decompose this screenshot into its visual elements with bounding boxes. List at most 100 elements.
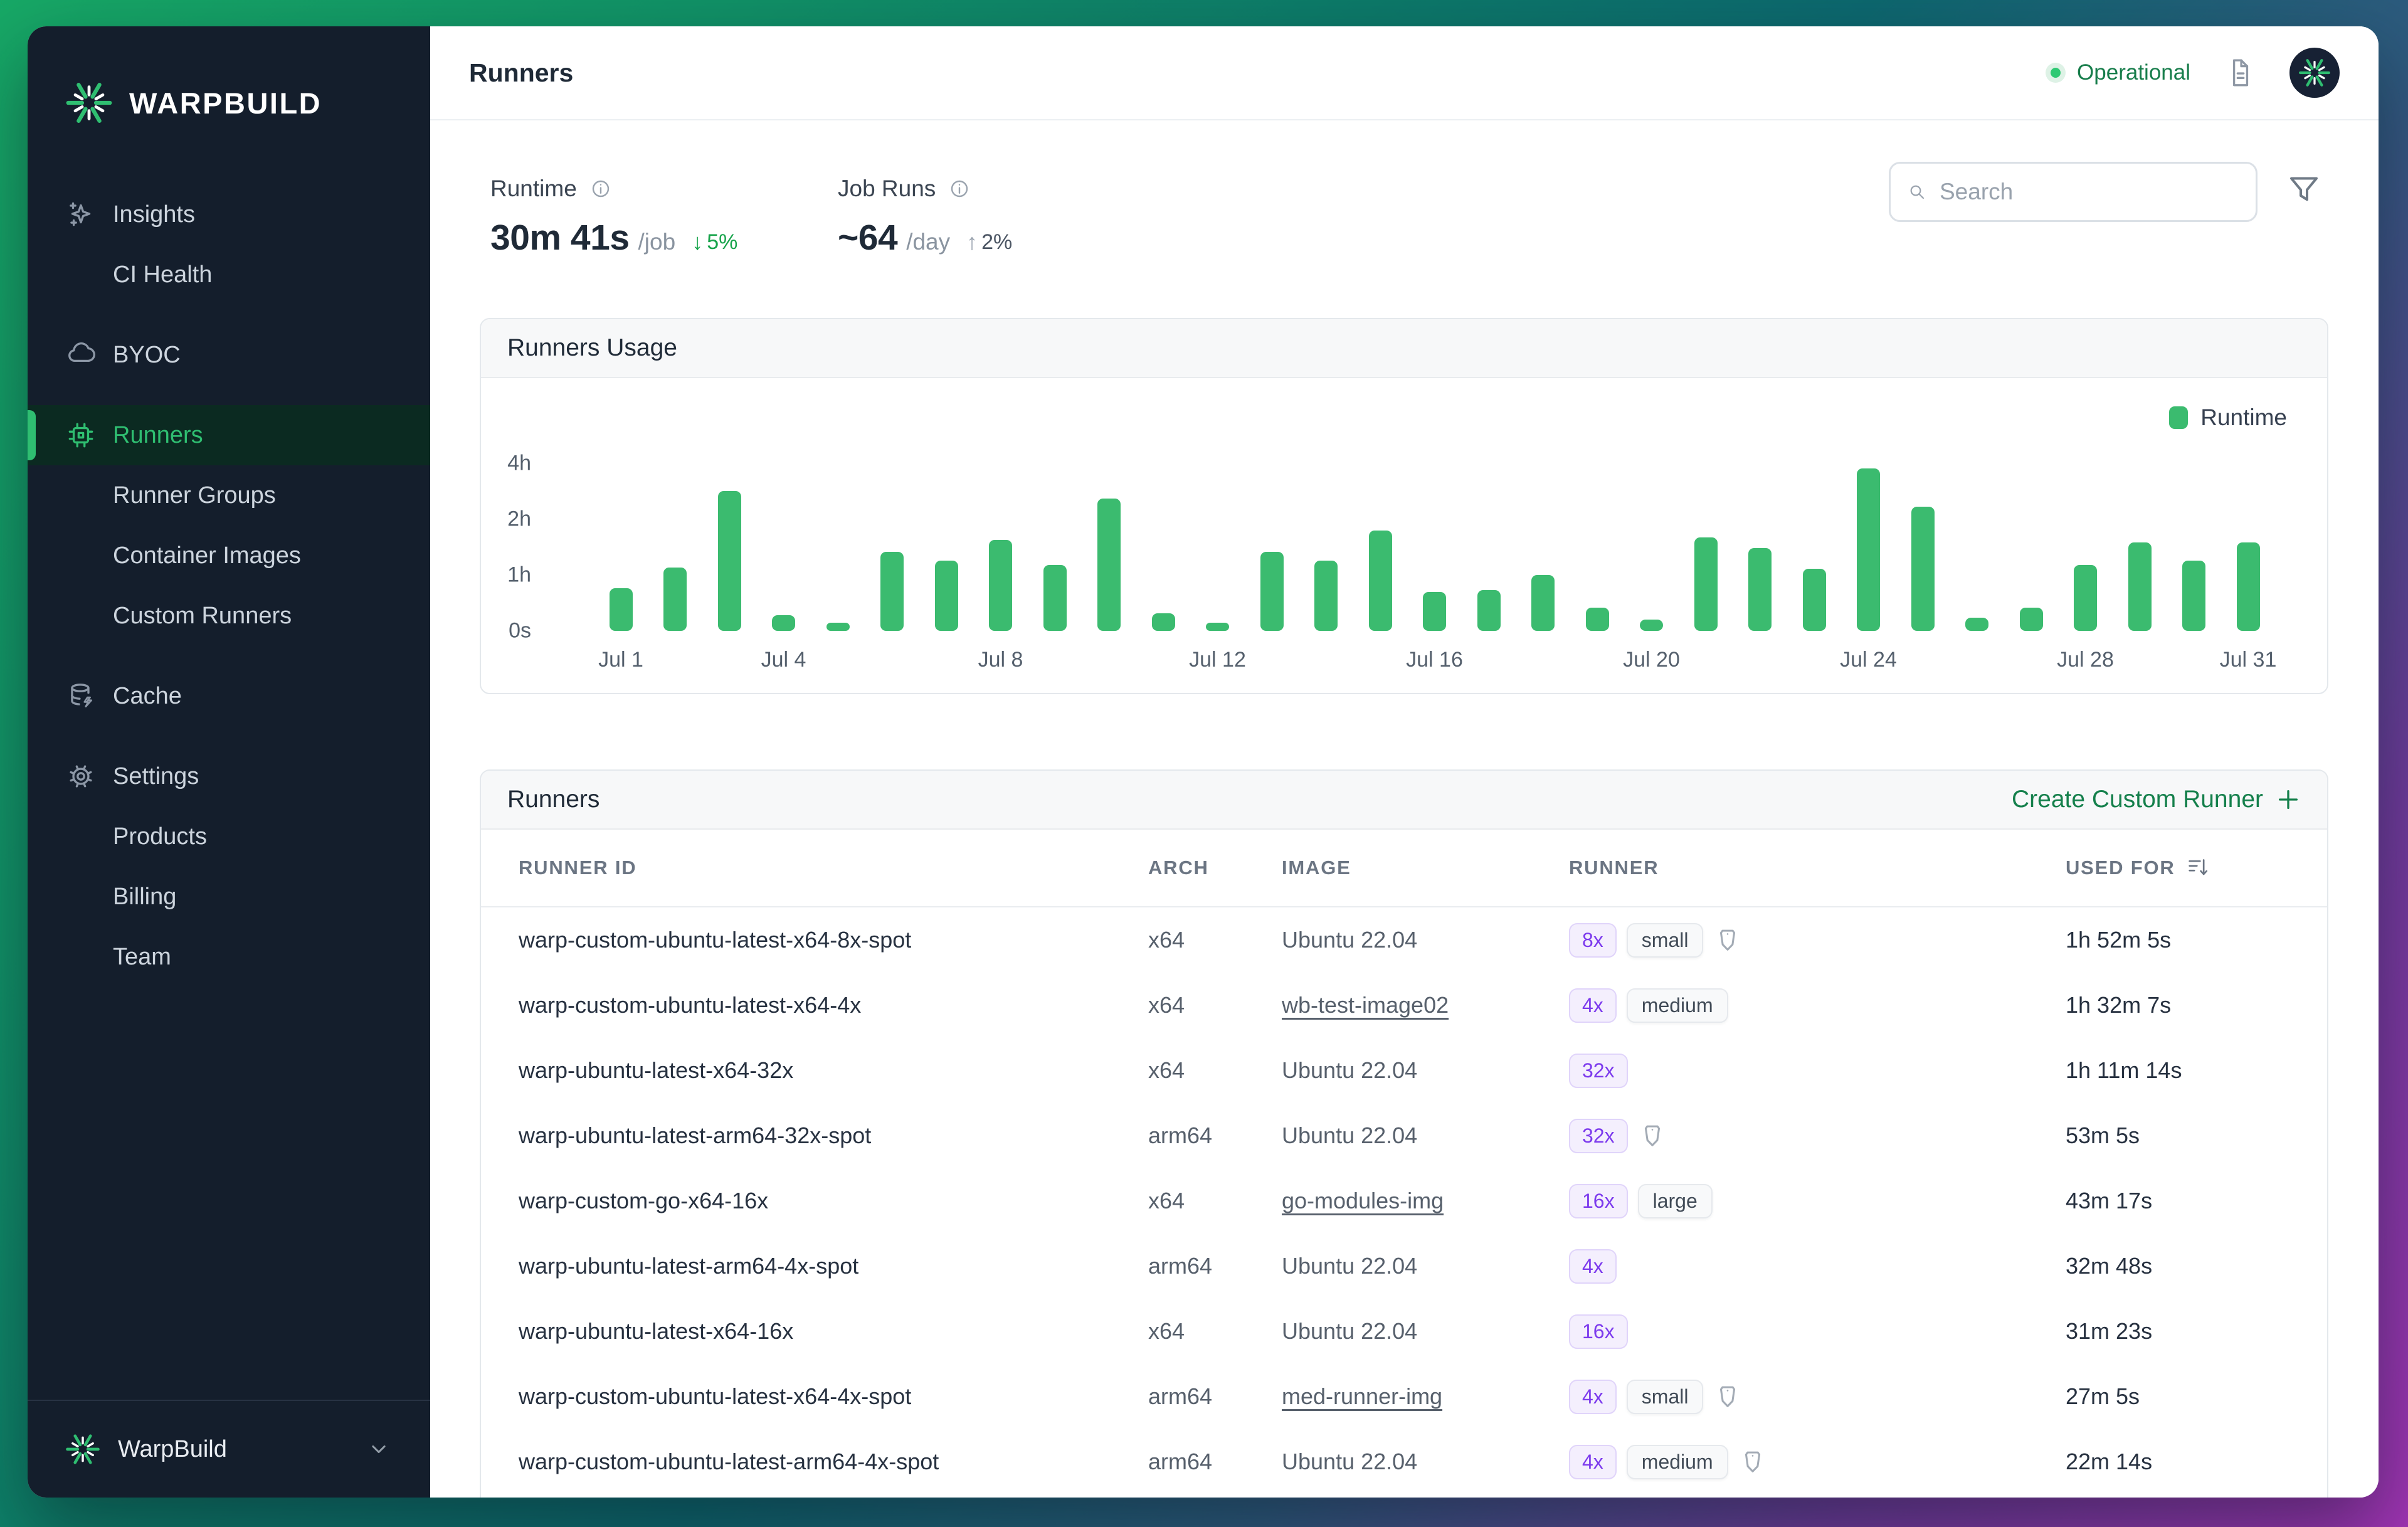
table-row[interactable]: warp-custom-go-x64-16x x64 go-modules-img 1… xyxy=(481,1168,2327,1234)
status-badge[interactable]: Operational xyxy=(2046,60,2190,85)
cell-image: Ubuntu 22.04 xyxy=(1282,927,1418,953)
content: Runtime 30m 41s /job ↓ 5% Job Runs ~64 /… xyxy=(430,120,2379,1498)
bar-jul-6[interactable] xyxy=(880,552,904,631)
bar-jul-18[interactable] xyxy=(1531,575,1555,631)
bar-jul-12[interactable] xyxy=(1206,623,1229,631)
sidebar-item-insights[interactable]: Insights xyxy=(28,184,430,245)
bar-jul-30[interactable] xyxy=(2182,560,2205,631)
cell-image-link[interactable]: med-runner-img xyxy=(1282,1383,1442,1409)
bar-jul-21[interactable] xyxy=(1694,537,1718,631)
sidebar-item-billing[interactable]: Billing xyxy=(28,867,430,927)
sidebar-item-team[interactable]: Team xyxy=(28,927,430,987)
bar-jul-14[interactable] xyxy=(1314,560,1338,631)
cell-runner-badges: 16x large xyxy=(1569,1183,2066,1218)
bar-jul-19[interactable] xyxy=(1585,607,1609,631)
sidebar-item-runners[interactable]: Runners xyxy=(28,405,430,465)
y-axis-tick-0s: 0s xyxy=(509,618,531,643)
info-icon[interactable] xyxy=(589,177,612,200)
bar-jul-25[interactable] xyxy=(1911,507,1935,631)
sidebar-item-cache[interactable]: Cache xyxy=(28,666,430,726)
cell-runner-badges: 32x xyxy=(1569,1118,2066,1153)
org-name: WarpBuild xyxy=(118,1435,227,1462)
bar-jul-11[interactable] xyxy=(1151,613,1175,631)
sidebar-item-runner-groups[interactable]: Runner Groups xyxy=(28,465,430,526)
bar-jul-24[interactable] xyxy=(1857,468,1880,631)
stat-job-runs-delta: ↑ 2% xyxy=(966,229,1013,255)
bar-jul-10[interactable] xyxy=(1097,499,1121,631)
bar-jul-28[interactable] xyxy=(2074,564,2097,631)
bar-jul-16[interactable] xyxy=(1423,591,1446,631)
bar-jul-26[interactable] xyxy=(1965,618,1988,631)
bar-jul-4[interactable] xyxy=(772,615,795,631)
sidebar-item-container-images[interactable]: Container Images xyxy=(28,526,430,586)
cell-runner-id: warp-custom-ubuntu-latest-x64-4x xyxy=(519,992,862,1018)
bar-jul-13[interactable] xyxy=(1260,552,1284,631)
cell-image-link[interactable]: go-modules-img xyxy=(1282,1188,1444,1213)
table-row[interactable]: warp-ubuntu-latest-x64-32x x64 Ubuntu 22.0… xyxy=(481,1038,2327,1103)
docs-file-icon[interactable] xyxy=(2224,57,2256,88)
tag-icon[interactable] xyxy=(1713,1382,1742,1411)
bar-jul-5[interactable] xyxy=(826,623,850,631)
bar-jul-1[interactable] xyxy=(609,588,633,631)
table-row[interactable]: warp-ubuntu-latest-arm64-4x-spot arm64 Ubu… xyxy=(481,1234,2327,1299)
sidebar-item-products[interactable]: Products xyxy=(28,806,430,867)
tag-icon[interactable] xyxy=(1738,1447,1767,1476)
bar-jul-29[interactable] xyxy=(2128,542,2152,631)
sidebar-item-settings[interactable]: Settings xyxy=(28,746,430,806)
bar-jul-7[interactable] xyxy=(934,560,958,631)
sidebar-footer-org-switcher[interactable]: WarpBuild xyxy=(28,1400,430,1498)
column-header-used-for[interactable]: USED FOR xyxy=(2066,855,2289,880)
avatar[interactable] xyxy=(2289,48,2340,98)
cell-runner-badges: 32x xyxy=(1569,1053,2066,1088)
table-row[interactable]: warp-custom-ubuntu-latest-x64-8x-spot x64… xyxy=(481,907,2327,973)
cell-arch: arm64 xyxy=(1148,1123,1213,1148)
usage-card-header: Runners Usage xyxy=(481,319,2327,378)
cell-arch: x64 xyxy=(1148,1057,1185,1083)
sort-descending-icon[interactable] xyxy=(2185,855,2210,880)
bar-jul-20[interactable] xyxy=(1640,620,1663,631)
cell-runner-id: warp-custom-ubuntu-latest-x64-4x-spot xyxy=(519,1383,912,1409)
search-icon xyxy=(1907,179,1927,204)
bar-jul-17[interactable] xyxy=(1477,589,1501,631)
stat-runtime-value: 30m 41s xyxy=(490,218,630,258)
bar-jul-2[interactable] xyxy=(663,567,687,631)
bar-jul-23[interactable] xyxy=(1802,568,1826,631)
runner-size-badge: 4x xyxy=(1569,1444,1617,1479)
sidebar-item-byoc[interactable]: BYOC xyxy=(28,325,430,385)
cell-image-link[interactable]: wb-test-image02 xyxy=(1282,992,1449,1018)
legend-runtime-swatch xyxy=(2169,406,2189,429)
bar-jul-15[interactable] xyxy=(1368,531,1392,631)
bar-jul-8[interactable] xyxy=(989,539,1012,631)
table-row[interactable]: warp-custom-ubuntu-latest-x64-4x-spot arm… xyxy=(481,1364,2327,1429)
table-row[interactable]: warp-ubuntu-latest-x64-16x x64 Ubuntu 22.0… xyxy=(481,1299,2327,1364)
table-row[interactable]: warp-custom-ubuntu-latest-arm64-4x-spot a… xyxy=(481,1429,2327,1494)
search-box xyxy=(1889,162,2258,222)
bar-jul-3[interactable] xyxy=(717,491,741,631)
bar-jul-27[interactable] xyxy=(2019,607,2043,631)
search-input[interactable] xyxy=(1938,178,2239,206)
nav-group: Settings Products Billing Team xyxy=(28,746,430,987)
stat-runtime-label: Runtime xyxy=(490,176,577,201)
sidebar-item-custom-runners[interactable]: Custom Runners xyxy=(28,586,430,646)
bar-jul-22[interactable] xyxy=(1748,547,1772,631)
y-axis-tick-2h: 2h xyxy=(507,507,531,531)
nav-group: Runners Runner Groups Container Images Cust… xyxy=(28,405,430,646)
table-row[interactable]: warp-custom-ubuntu-latest-x64-4x x64 wb-te… xyxy=(481,973,2327,1038)
create-custom-runner-button[interactable]: Create Custom Runner xyxy=(2012,786,2301,813)
bar-jul-9[interactable] xyxy=(1043,564,1067,631)
sidebar-item-label: Insights xyxy=(113,201,195,228)
bar-jul-31[interactable] xyxy=(2236,542,2260,631)
tag-icon[interactable] xyxy=(1713,926,1742,954)
chevron-down-icon[interactable] xyxy=(365,1435,393,1463)
runner-tier-badge: medium xyxy=(1626,988,1728,1023)
table-row[interactable]: warp-ubuntu-latest-arm64-32x-spot arm64 Ub… xyxy=(481,1103,2327,1168)
x-axis-tick-jul-28: Jul 28 xyxy=(2057,648,2114,672)
filter-funnel-icon[interactable] xyxy=(2285,171,2323,208)
topbar: Runners Operational xyxy=(430,26,2379,120)
gear-icon xyxy=(65,761,97,792)
cell-image: Ubuntu 22.04 xyxy=(1282,1318,1418,1344)
sidebar-item-ci-health[interactable]: CI Health xyxy=(28,245,430,305)
tag-icon[interactable] xyxy=(1638,1121,1667,1150)
arrow-down-icon: ↓ xyxy=(692,229,704,255)
info-icon[interactable] xyxy=(948,177,971,200)
